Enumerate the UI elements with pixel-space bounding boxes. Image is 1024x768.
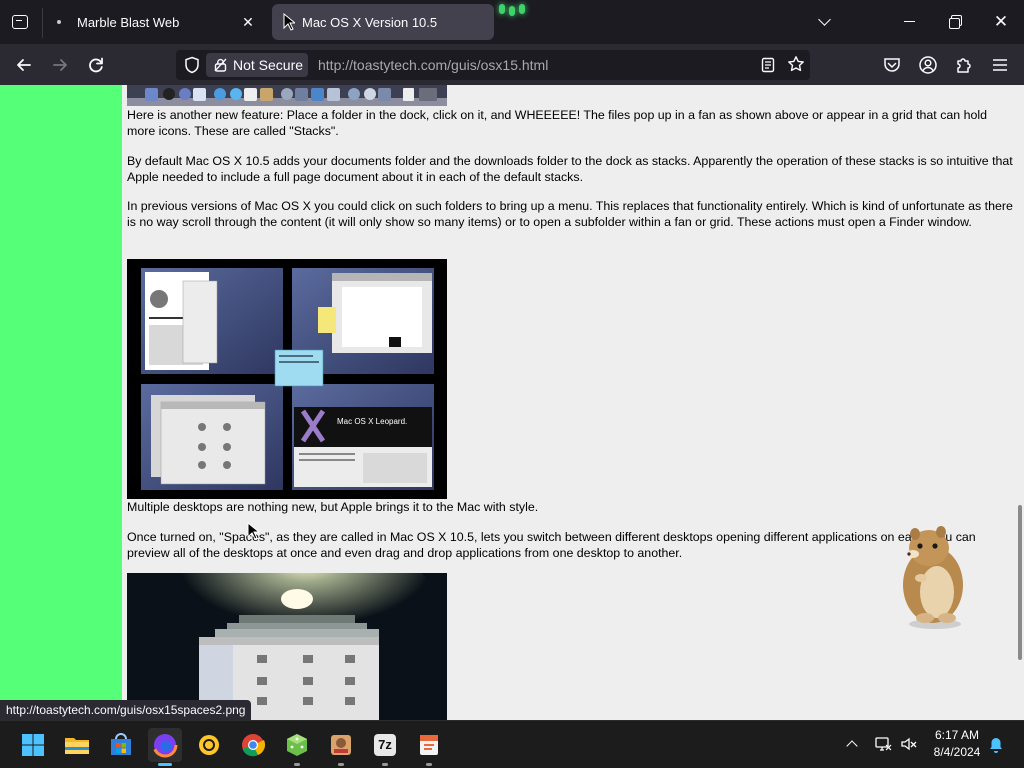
open-app-indicator (382, 763, 388, 766)
notification-bell-icon[interactable] (988, 736, 1004, 754)
reload-icon (89, 57, 103, 73)
clock-date: 8/4/2024 (933, 745, 981, 759)
taskbar-norton[interactable] (192, 728, 226, 762)
tab-strip: Marble Blast Web ✕ Mac OS X Version 10.5… (0, 0, 1024, 44)
taskbar-7zip[interactable]: 7z (368, 728, 402, 766)
tab-separator (42, 8, 43, 38)
spaces-grid-image-icon (127, 259, 447, 499)
taskbar-firefox[interactable] (148, 728, 182, 766)
active-app-indicator (158, 763, 172, 766)
close-window-button[interactable]: ✕ (989, 10, 1013, 34)
pocket-icon[interactable] (882, 55, 902, 75)
scrollbar-thumb[interactable] (1018, 505, 1022, 660)
tab-mac-os-x[interactable]: Mac OS X Version 10.5 (272, 4, 494, 40)
chevron-down-icon (818, 13, 831, 26)
page-viewport[interactable]: Here is another new feature: Place a fol… (0, 85, 1024, 720)
open-app-indicator (294, 763, 300, 766)
open-app-indicator (338, 763, 344, 766)
taskbar-game[interactable] (324, 728, 358, 766)
account-icon[interactable] (918, 55, 938, 75)
start-icon (22, 734, 44, 756)
start-button[interactable] (16, 728, 50, 762)
file-explorer-icon (65, 738, 89, 754)
spaces-zoom-screenshot[interactable] (127, 573, 447, 720)
taskbar-dice-game[interactable] (280, 728, 314, 766)
extensions-puzzle-icon[interactable] (954, 55, 974, 75)
taskbar-store[interactable] (104, 728, 138, 762)
taskbar-file-explorer[interactable] (60, 728, 94, 762)
firefox-icon (152, 732, 178, 758)
network-icon[interactable] (874, 735, 892, 753)
url-text[interactable]: http://toastytech.com/guis/osx15.html (318, 50, 548, 80)
minimize-button[interactable] (898, 10, 922, 34)
multiple-desktops-paragraph: Multiple desktops are nothing new, but A… (127, 500, 539, 514)
stacks-paragraph: Here is another new feature: Place a fol… (127, 108, 988, 138)
green-indicator-icon (495, 4, 529, 18)
mouse-cursor-icon (283, 13, 295, 31)
dock-screenshot[interactable] (127, 85, 447, 106)
taskbar-chrome[interactable] (236, 728, 270, 762)
mouse-cursor-icon (247, 522, 259, 540)
left-sidebar-band (0, 85, 122, 720)
leopard-banner-label: Mac OS X Leopard. (337, 417, 408, 426)
tracking-protection-shield-icon[interactable] (184, 56, 200, 74)
tab-list-icon[interactable] (8, 10, 32, 34)
volume-muted-icon[interactable] (900, 735, 918, 753)
hamster-pet-icon[interactable] (885, 520, 975, 630)
dock-icons-icon (127, 85, 447, 106)
show-hidden-icons-button[interactable] (843, 736, 861, 754)
tab-loading-dot-icon (57, 20, 61, 24)
taskbar-clock[interactable]: 6:17 AM 8/4/2024 (922, 727, 992, 761)
hamburger-menu-icon[interactable] (990, 55, 1010, 75)
close-tab-icon[interactable]: ✕ (240, 14, 256, 30)
dice-game-icon (287, 734, 307, 756)
taskbar-presentation[interactable] (412, 728, 446, 766)
back-button[interactable] (11, 52, 37, 78)
7zip-label: 7z (378, 737, 392, 752)
previous-versions-paragraph: In previous versions of Mac OS X you cou… (127, 199, 1013, 229)
navigation-toolbar: Not Secure http://toastytech.com/guis/os… (0, 44, 1024, 85)
site-security-button[interactable]: Not Secure (206, 53, 308, 77)
security-label: Not Secure (233, 57, 304, 73)
store-icon (111, 733, 131, 755)
forward-arrow-icon (53, 59, 67, 71)
address-bar[interactable]: Not Secure http://toastytech.com/guis/os… (176, 50, 810, 80)
open-app-indicator (426, 763, 432, 766)
game-icon (331, 735, 351, 755)
spaces-overview-screenshot[interactable]: Mac OS X Leopard. (127, 259, 447, 499)
reader-view-icon[interactable] (760, 57, 776, 73)
tab-marble-blast[interactable]: Marble Blast Web ✕ (46, 0, 268, 44)
spaces-paragraph: Once turned on, "Spaces", as they are ca… (127, 530, 976, 560)
list-all-tabs-button[interactable] (815, 12, 837, 32)
default-stacks-paragraph: By default Mac OS X 10.5 adds your docum… (127, 154, 1013, 184)
tab-title: Mac OS X Version 10.5 (302, 14, 438, 30)
clock-time: 6:17 AM (934, 728, 980, 742)
insecure-lock-icon (214, 58, 227, 72)
restore-button[interactable] (944, 10, 968, 34)
reload-button[interactable] (83, 52, 109, 78)
spaces-zoom-image-icon (127, 573, 447, 720)
bookmark-star-icon[interactable] (787, 55, 805, 73)
link-status-bar: http://toastytech.com/guis/osx15spaces2.… (0, 700, 252, 720)
forward-button[interactable] (47, 52, 73, 78)
back-arrow-icon (17, 59, 31, 71)
windows-taskbar: 7z 6:17 AM 8/4/2024 (0, 720, 1024, 768)
tab-title: Marble Blast Web (77, 14, 180, 30)
chrome-icon (242, 734, 266, 757)
norton-icon (199, 735, 219, 755)
presentation-icon (420, 735, 438, 755)
